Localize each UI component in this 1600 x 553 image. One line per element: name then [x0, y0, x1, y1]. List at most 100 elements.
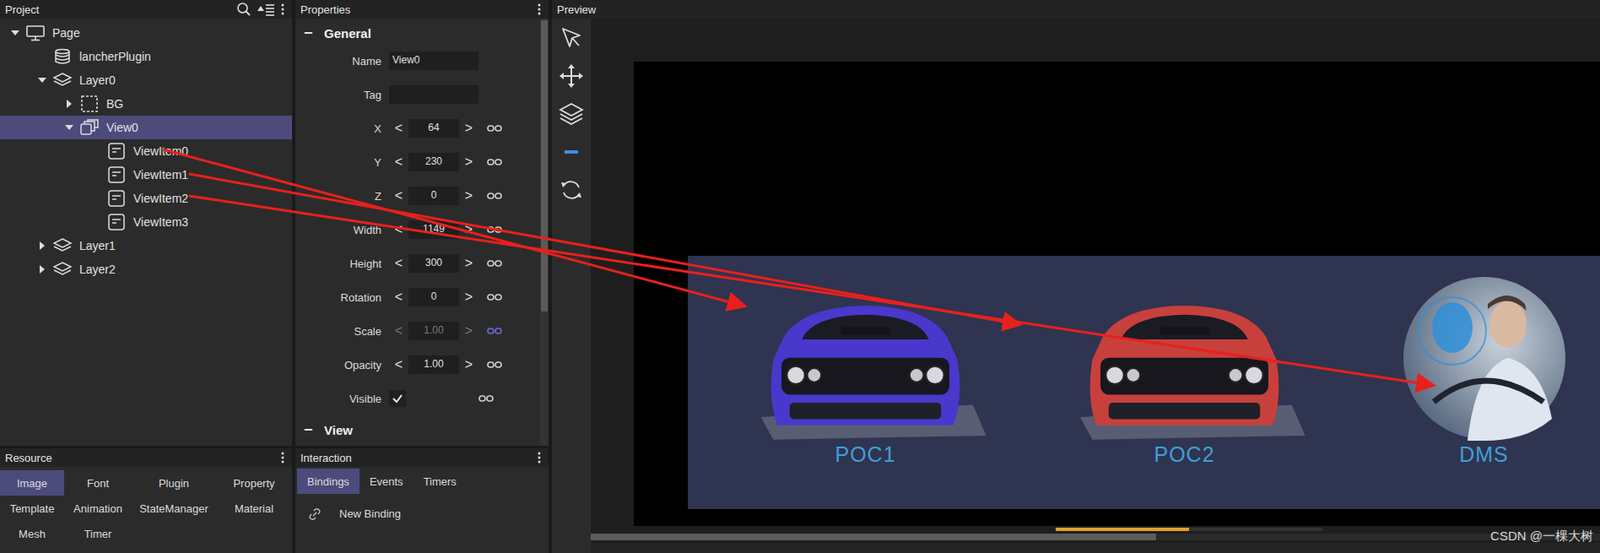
link-icon[interactable] — [486, 259, 503, 268]
link-icon — [308, 508, 321, 520]
tree-item[interactable]: BG — [0, 91, 292, 116]
resource-tab[interactable]: Material — [216, 495, 292, 521]
tree-item[interactable]: ViewItem2 — [0, 186, 292, 211]
number-value[interactable]: 0 — [408, 287, 460, 307]
tree-label: ViewItem0 — [133, 144, 189, 158]
expand-arrow-icon[interactable] — [37, 240, 48, 251]
interaction-tab[interactable]: Events — [359, 468, 414, 494]
number-value[interactable]: 1149 — [408, 220, 460, 239]
tree-item[interactable]: lancherPlugin — [0, 44, 292, 69]
number-field[interactable]: <230> — [389, 152, 479, 172]
number-field[interactable]: <0> — [389, 287, 479, 307]
increment-button[interactable]: > — [459, 154, 479, 170]
number-field[interactable]: <300> — [389, 254, 479, 273]
view-item[interactable]: DMS — [1397, 275, 1571, 509]
increment-button[interactable]: > — [459, 120, 479, 136]
decrement-button[interactable]: < — [389, 255, 409, 271]
link-icon[interactable] — [486, 360, 503, 369]
decrement-button[interactable]: < — [389, 188, 409, 204]
decrement-button[interactable]: < — [389, 289, 409, 305]
interaction-tab[interactable]: Timers — [413, 468, 467, 494]
more-icon[interactable] — [536, 2, 542, 17]
preview-scrollbar[interactable] — [590, 533, 1600, 541]
expand-arrow-icon[interactable] — [37, 264, 48, 275]
link-icon[interactable] — [486, 124, 503, 133]
decrement-button[interactable]: < — [389, 323, 409, 339]
resource-tab[interactable]: Animation — [64, 495, 132, 521]
link-icon[interactable] — [486, 191, 503, 200]
more-icon[interactable] — [536, 450, 542, 465]
increment-button[interactable]: > — [459, 356, 479, 373]
checkbox[interactable] — [389, 389, 406, 407]
number-field[interactable]: <1.00> — [389, 321, 479, 341]
tree-item[interactable]: ViewItem3 — [0, 210, 292, 234]
resource-tab[interactable]: Property — [216, 470, 292, 496]
sort-icon[interactable] — [256, 2, 276, 17]
increment-button[interactable]: > — [459, 255, 479, 271]
increment-button[interactable]: > — [459, 323, 479, 339]
tree-item[interactable]: ViewItem0 — [0, 139, 292, 163]
tool-button[interactable] — [558, 101, 584, 127]
tool-button[interactable] — [558, 25, 584, 51]
resource-tab[interactable]: Font — [64, 470, 132, 496]
number-field[interactable]: <1149> — [389, 220, 479, 239]
number-field[interactable]: <64> — [389, 118, 479, 138]
section-header[interactable]: −View — [295, 418, 541, 441]
decrement-button[interactable]: < — [389, 154, 409, 170]
more-icon[interactable] — [280, 2, 286, 17]
text-field[interactable] — [389, 85, 479, 104]
resource-tab[interactable]: Image — [0, 470, 65, 496]
tree-item[interactable]: Layer1 — [0, 233, 292, 258]
tree-item[interactable]: Layer2 — [0, 257, 292, 282]
number-value[interactable]: 64 — [408, 118, 460, 138]
text-field[interactable]: View0 — [389, 51, 479, 71]
number-field[interactable]: <0> — [389, 186, 479, 206]
tool-button[interactable] — [558, 177, 584, 203]
link-icon[interactable] — [486, 292, 503, 302]
section-header[interactable]: −General — [295, 21, 541, 44]
view-item[interactable]: POC2 — [1061, 296, 1308, 509]
tree-item[interactable]: Layer0 — [0, 68, 292, 92]
tree-item[interactable]: View0 — [0, 115, 292, 140]
increment-button[interactable]: > — [459, 221, 479, 238]
preview-header: Preview — [551, 0, 1600, 19]
resource-tab[interactable]: Mesh — [0, 520, 65, 546]
link-icon[interactable] — [486, 326, 503, 336]
properties-scrollbar[interactable] — [540, 18, 549, 446]
link-icon[interactable] — [486, 157, 503, 167]
resource-tab[interactable]: StateManager — [131, 495, 217, 521]
link-icon[interactable] — [486, 225, 503, 234]
view[interactable]: POC1 POC2 DMS — [687, 255, 1600, 509]
tool-button[interactable] — [558, 63, 584, 89]
decrement-button[interactable]: < — [389, 356, 409, 373]
more-icon[interactable] — [280, 450, 286, 465]
increment-button[interactable]: > — [459, 289, 479, 305]
view-item[interactable]: POC1 — [742, 296, 989, 509]
expand-arrow-icon[interactable] — [37, 75, 48, 86]
number-value[interactable]: 300 — [408, 254, 460, 273]
expand-arrow-icon[interactable] — [64, 98, 75, 109]
number-value[interactable]: 1.00 — [408, 321, 460, 341]
link-icon[interactable] — [478, 394, 494, 403]
tree-item[interactable]: Page — [0, 21, 292, 45]
number-field[interactable]: <1.00> — [389, 355, 479, 374]
number-value[interactable]: 1.00 — [408, 355, 460, 374]
interaction-tab[interactable]: Bindings — [297, 468, 360, 494]
preview-toolbar — [551, 18, 591, 553]
expand-arrow-icon[interactable] — [10, 27, 21, 38]
decrement-button[interactable]: < — [389, 120, 409, 136]
tool-button[interactable] — [558, 139, 584, 165]
timeline-bar[interactable] — [1055, 527, 1323, 531]
property-row: Rotation<0> — [295, 280, 541, 314]
increment-button[interactable]: > — [459, 188, 479, 204]
search-icon[interactable] — [236, 1, 252, 17]
new-binding-button[interactable]: New Binding — [295, 493, 549, 520]
resource-tab[interactable]: Template — [0, 495, 65, 521]
expand-arrow-icon[interactable] — [64, 122, 75, 133]
number-value[interactable]: 230 — [408, 152, 460, 172]
resource-tab[interactable]: Plugin — [131, 470, 217, 496]
decrement-button[interactable]: < — [389, 221, 409, 238]
tree-item[interactable]: ViewItem1 — [0, 162, 292, 187]
resource-tab[interactable]: Timer — [64, 520, 132, 546]
number-value[interactable]: 0 — [408, 186, 460, 206]
